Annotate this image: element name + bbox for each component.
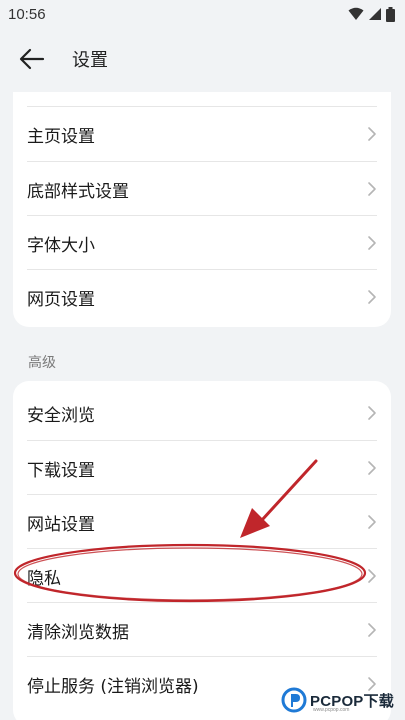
watermark-logo: PCPOP下载 www.pcpop.com xyxy=(281,684,394,716)
settings-item-webpage[interactable]: 网页设置 xyxy=(13,270,391,324)
settings-card-advanced: 安全浏览 下载设置 网站设置 隐私 清除浏览数据 停止服务 (注销浏览器) xyxy=(13,381,391,720)
settings-item-download[interactable]: 下载设置 xyxy=(13,441,391,495)
watermark-subtitle: www.pcpop.com xyxy=(313,707,350,713)
settings-item-label: 安全浏览 xyxy=(27,405,95,426)
chevron-right-icon xyxy=(368,569,376,583)
settings-item-label: 网页设置 xyxy=(27,289,95,310)
chevron-right-icon xyxy=(368,290,376,304)
chevron-right-icon xyxy=(368,406,376,420)
settings-item-font-size[interactable]: 字体大小 xyxy=(13,216,391,270)
page-title: 设置 xyxy=(72,50,108,71)
section-label-advanced: 高级 xyxy=(28,355,56,371)
settings-item-site[interactable]: 网站设置 xyxy=(13,495,391,549)
settings-item-label: 停止服务 (注销浏览器) xyxy=(27,676,199,697)
chevron-right-icon xyxy=(368,515,376,529)
settings-item-label: 网站设置 xyxy=(27,514,95,535)
settings-item-label: 下载设置 xyxy=(27,460,95,481)
settings-item-label: 隐私 xyxy=(27,568,61,589)
settings-card-general: 主页设置 底部样式设置 字体大小 网页设置 xyxy=(13,92,391,327)
settings-item-safe-browsing[interactable]: 安全浏览 xyxy=(13,386,391,440)
app-bar: 设置 xyxy=(0,28,405,90)
settings-item-privacy[interactable]: 隐私 xyxy=(13,549,391,603)
battery-icon xyxy=(386,6,395,22)
chevron-right-icon xyxy=(368,127,376,141)
settings-item-homepage[interactable]: 主页设置 xyxy=(13,107,391,161)
status-bar: 10:56 xyxy=(0,0,405,28)
chevron-right-icon xyxy=(368,461,376,475)
status-icons xyxy=(348,6,395,22)
settings-item-label: 主页设置 xyxy=(27,126,95,147)
chevron-right-icon xyxy=(368,623,376,637)
arrow-left-icon xyxy=(19,48,45,70)
settings-item-label: 底部样式设置 xyxy=(27,181,129,202)
settings-item-clear-data[interactable]: 清除浏览数据 xyxy=(13,603,391,657)
wifi-icon xyxy=(348,7,364,20)
settings-item-label: 清除浏览数据 xyxy=(27,622,129,643)
settings-item-bottom-style[interactable]: 底部样式设置 xyxy=(13,162,391,216)
chevron-right-icon xyxy=(368,182,376,196)
status-time: 10:56 xyxy=(8,5,46,23)
back-button[interactable] xyxy=(4,31,60,87)
settings-item-label: 字体大小 xyxy=(27,235,95,256)
signal-icon xyxy=(369,8,381,20)
pcpop-logo-icon xyxy=(281,687,307,713)
chevron-right-icon xyxy=(368,236,376,250)
